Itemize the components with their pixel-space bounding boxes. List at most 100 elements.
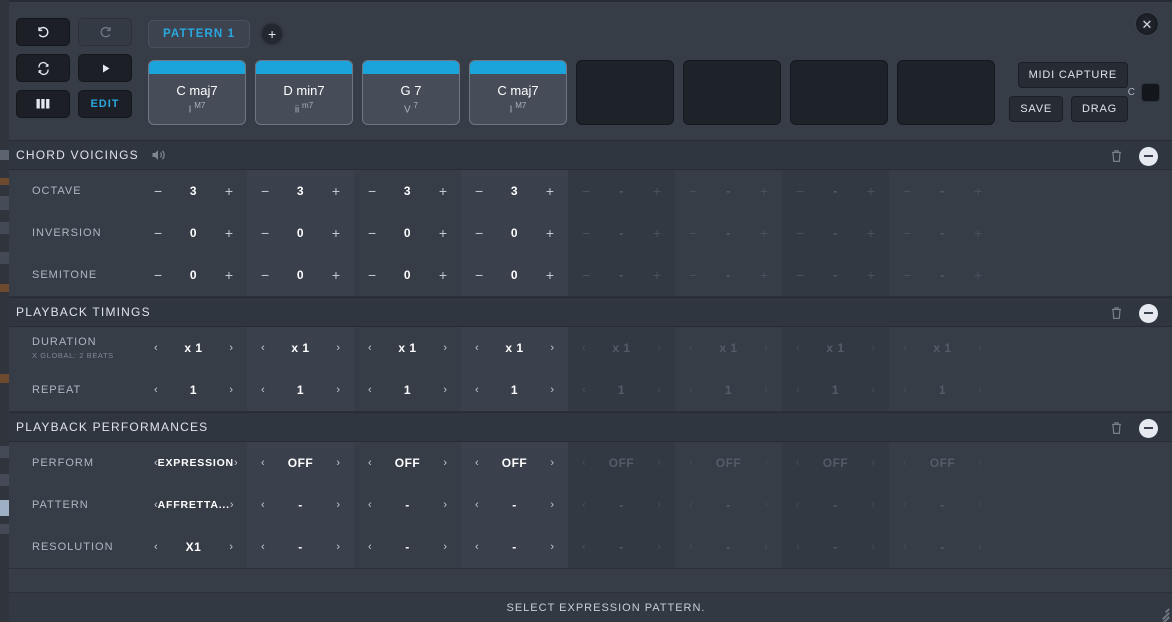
- repeat-cell[interactable]: ‹ 1 ›: [675, 369, 782, 411]
- next-icon[interactable]: ›: [871, 457, 875, 469]
- next-icon[interactable]: ›: [657, 457, 661, 469]
- octave-cell[interactable]: − 3 +: [247, 170, 354, 212]
- increment-icon[interactable]: +: [439, 267, 447, 283]
- next-icon[interactable]: ›: [443, 541, 447, 553]
- play-button[interactable]: [78, 54, 132, 82]
- next-icon[interactable]: ›: [978, 342, 982, 354]
- perform-cell[interactable]: ‹ OFF ›: [568, 442, 675, 484]
- decrement-icon[interactable]: −: [582, 225, 590, 241]
- increment-icon[interactable]: +: [760, 183, 768, 199]
- next-icon[interactable]: ›: [234, 457, 238, 469]
- decrement-icon[interactable]: −: [475, 267, 483, 283]
- decrement-icon[interactable]: −: [368, 183, 376, 199]
- perform-cell[interactable]: ‹ EXPRESSION ›: [140, 442, 247, 484]
- pattern-cell[interactable]: ‹ - ›: [568, 484, 675, 526]
- inversion-cell[interactable]: − - +: [782, 212, 889, 254]
- increment-icon[interactable]: +: [867, 183, 875, 199]
- next-icon[interactable]: ›: [657, 499, 661, 511]
- increment-icon[interactable]: +: [546, 267, 554, 283]
- midi-capture-button[interactable]: MIDI CAPTURE: [1017, 62, 1128, 88]
- duration-cell[interactable]: ‹ x 1 ›: [889, 327, 996, 369]
- previous-icon[interactable]: ‹: [582, 541, 586, 553]
- previous-icon[interactable]: ‹: [368, 541, 372, 553]
- previous-icon[interactable]: ‹: [796, 342, 800, 354]
- previous-icon[interactable]: ‹: [368, 384, 372, 396]
- trash-icon[interactable]: [1110, 421, 1123, 435]
- pattern-cell[interactable]: ‹ - ›: [782, 484, 889, 526]
- previous-icon[interactable]: ‹: [261, 384, 265, 396]
- previous-icon[interactable]: ‹: [689, 499, 693, 511]
- next-icon[interactable]: ›: [336, 342, 340, 354]
- next-icon[interactable]: ›: [871, 342, 875, 354]
- increment-icon[interactable]: +: [867, 267, 875, 283]
- previous-icon[interactable]: ‹: [796, 457, 800, 469]
- next-icon[interactable]: ›: [443, 342, 447, 354]
- resolution-cell[interactable]: ‹ - ›: [568, 526, 675, 568]
- decrement-icon[interactable]: −: [582, 267, 590, 283]
- next-icon[interactable]: ›: [871, 541, 875, 553]
- previous-icon[interactable]: ‹: [582, 457, 586, 469]
- semitone-cell[interactable]: − 0 +: [461, 254, 568, 296]
- decrement-icon[interactable]: −: [796, 225, 804, 241]
- next-icon[interactable]: ›: [871, 384, 875, 396]
- duration-cell[interactable]: ‹ x 1 ›: [247, 327, 354, 369]
- duration-cell[interactable]: ‹ x 1 ›: [354, 327, 461, 369]
- previous-icon[interactable]: ‹: [689, 384, 693, 396]
- chord-slot-7[interactable]: [790, 60, 888, 125]
- next-icon[interactable]: ›: [229, 342, 233, 354]
- octave-cell[interactable]: − - +: [889, 170, 996, 212]
- decrement-icon[interactable]: −: [796, 267, 804, 283]
- increment-icon[interactable]: +: [867, 225, 875, 241]
- octave-cell[interactable]: − - +: [675, 170, 782, 212]
- next-icon[interactable]: ›: [443, 499, 447, 511]
- loop-button[interactable]: [16, 54, 70, 82]
- increment-icon[interactable]: +: [332, 183, 340, 199]
- resolution-cell[interactable]: ‹ - ›: [247, 526, 354, 568]
- increment-icon[interactable]: +: [653, 267, 661, 283]
- semitone-cell[interactable]: − - +: [782, 254, 889, 296]
- previous-icon[interactable]: ‹: [261, 541, 265, 553]
- next-icon[interactable]: ›: [336, 499, 340, 511]
- tab-pattern-1[interactable]: PATTERN 1: [148, 20, 251, 48]
- repeat-cell[interactable]: ‹ 1 ›: [568, 369, 675, 411]
- c-channel-switch[interactable]: [1141, 83, 1160, 102]
- pattern-cell[interactable]: ‹ - ›: [354, 484, 461, 526]
- save-button[interactable]: SAVE: [1009, 96, 1064, 122]
- inversion-cell[interactable]: − 0 +: [140, 212, 247, 254]
- repeat-cell[interactable]: ‹ 1 ›: [461, 369, 568, 411]
- octave-cell[interactable]: − 3 +: [140, 170, 247, 212]
- decrement-icon[interactable]: −: [903, 225, 911, 241]
- increment-icon[interactable]: +: [332, 225, 340, 241]
- previous-icon[interactable]: ‹: [154, 384, 158, 396]
- decrement-icon[interactable]: −: [261, 267, 269, 283]
- perform-cell[interactable]: ‹ OFF ›: [675, 442, 782, 484]
- redo-button[interactable]: [78, 18, 132, 46]
- close-icon[interactable]: ✕: [1136, 13, 1158, 35]
- next-icon[interactable]: ›: [550, 457, 554, 469]
- previous-icon[interactable]: ‹: [582, 499, 586, 511]
- pattern-cell[interactable]: ‹ - ›: [675, 484, 782, 526]
- pattern-cell[interactable]: ‹ - ›: [889, 484, 996, 526]
- increment-icon[interactable]: +: [439, 183, 447, 199]
- repeat-cell[interactable]: ‹ 1 ›: [354, 369, 461, 411]
- increment-icon[interactable]: +: [974, 267, 982, 283]
- chord-slot-1[interactable]: C maj7 I M7: [148, 60, 246, 125]
- decrement-icon[interactable]: −: [368, 267, 376, 283]
- increment-icon[interactable]: +: [439, 225, 447, 241]
- repeat-cell[interactable]: ‹ 1 ›: [247, 369, 354, 411]
- next-icon[interactable]: ›: [657, 384, 661, 396]
- decrement-icon[interactable]: −: [154, 183, 162, 199]
- increment-icon[interactable]: +: [332, 267, 340, 283]
- previous-icon[interactable]: ‹: [903, 541, 907, 553]
- octave-cell[interactable]: − 3 +: [354, 170, 461, 212]
- decrement-icon[interactable]: −: [582, 183, 590, 199]
- trash-icon[interactable]: [1110, 306, 1123, 320]
- increment-icon[interactable]: +: [760, 225, 768, 241]
- decrement-icon[interactable]: −: [689, 225, 697, 241]
- increment-icon[interactable]: +: [760, 267, 768, 283]
- pattern-cell[interactable]: ‹ - ›: [247, 484, 354, 526]
- decrement-icon[interactable]: −: [689, 267, 697, 283]
- trash-icon[interactable]: [1110, 149, 1123, 163]
- decrement-icon[interactable]: −: [154, 225, 162, 241]
- previous-icon[interactable]: ‹: [903, 499, 907, 511]
